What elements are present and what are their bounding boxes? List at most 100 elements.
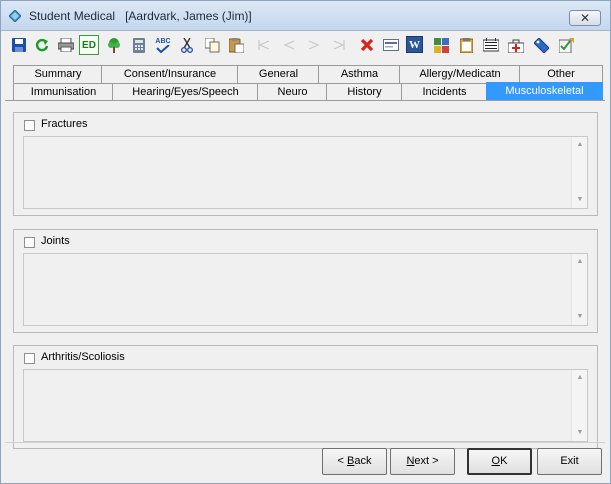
tab-label: Summary: [34, 68, 82, 80]
joints-section: Joints ▲ ▼: [13, 229, 598, 333]
ok-accelerator: O: [491, 455, 501, 467]
calculator-button[interactable]: [129, 35, 149, 55]
tab-label: Other: [547, 68, 575, 80]
scroll-up-icon[interactable]: ▲: [572, 138, 588, 152]
print-button[interactable]: [56, 35, 76, 55]
back-prefix: <: [337, 455, 347, 467]
exit-button[interactable]: Exit: [537, 448, 602, 475]
arthritis-scoliosis-scrollbar[interactable]: ▲ ▼: [571, 370, 587, 441]
copy-icon[interactable]: [204, 37, 220, 53]
fractures-textarea[interactable]: ▲ ▼: [23, 136, 588, 209]
puzzle-icon[interactable]: [433, 37, 449, 53]
card-icon[interactable]: [383, 39, 399, 51]
tab-asthma[interactable]: Asthma: [318, 65, 401, 83]
clipboard-button[interactable]: [456, 35, 476, 55]
save-icon[interactable]: [12, 38, 26, 52]
tree-icon[interactable]: [107, 37, 121, 53]
scroll-up-icon[interactable]: ▲: [572, 255, 588, 269]
ok-button[interactable]: OK: [467, 448, 532, 475]
joints-scrollbar[interactable]: ▲ ▼: [571, 254, 587, 325]
record-title: [Aardvark, James (Jim)]: [125, 9, 252, 23]
fractures-checkbox[interactable]: [24, 120, 35, 131]
next-record-icon[interactable]: [307, 39, 321, 51]
tab-label: Allergy/Medicatn: [419, 68, 501, 80]
refresh-icon[interactable]: [35, 38, 49, 52]
footer-divider: [5, 442, 605, 443]
refresh-button[interactable]: [32, 35, 52, 55]
joints-textarea[interactable]: ▲ ▼: [23, 253, 588, 326]
spellcheck-tick-icon: [156, 44, 170, 53]
student-medical-window: Student Medical [Aardvark, James (Jim)] …: [0, 0, 611, 484]
fractures-label[interactable]: Fractures: [41, 118, 87, 130]
last-record-icon[interactable]: [332, 39, 346, 51]
calculator-icon[interactable]: [133, 37, 145, 53]
print-icon[interactable]: [58, 38, 74, 52]
joints-checkbox[interactable]: [24, 237, 35, 248]
scroll-up-icon[interactable]: ▲: [572, 371, 588, 385]
close-icon[interactable]: ✕: [580, 11, 590, 25]
arthritis-scoliosis-textarea[interactable]: ▲ ▼: [23, 369, 588, 442]
medical-kit-button[interactable]: [506, 35, 526, 55]
scroll-down-icon[interactable]: ▼: [572, 310, 588, 324]
paste-icon[interactable]: [228, 37, 244, 53]
tab-summary[interactable]: Summary: [13, 65, 103, 83]
tag-button[interactable]: [531, 35, 551, 55]
word-icon[interactable]: W: [409, 39, 420, 51]
back-button[interactable]: < Back: [322, 448, 387, 475]
register-button[interactable]: [481, 35, 501, 55]
scroll-down-icon[interactable]: ▼: [572, 193, 588, 207]
delete-button[interactable]: [357, 35, 377, 55]
register-icon[interactable]: [483, 38, 499, 52]
next-record-button[interactable]: [304, 35, 324, 55]
spellcheck-button[interactable]: ABC: [153, 35, 173, 55]
tab-label: Immunisation: [30, 86, 97, 98]
ed-button[interactable]: ED: [79, 35, 99, 55]
last-record-button[interactable]: [329, 35, 349, 55]
ed-icon[interactable]: ED: [82, 40, 96, 51]
tab-general[interactable]: General: [237, 65, 320, 83]
tab-consent-insurance[interactable]: Consent/Insurance: [101, 65, 239, 83]
tab-hearing-eyes-speech[interactable]: Hearing/Eyes/Speech: [112, 83, 259, 101]
first-record-icon[interactable]: [257, 39, 271, 51]
joints-label[interactable]: Joints: [41, 235, 70, 247]
tab-history[interactable]: History: [326, 83, 403, 101]
card-button[interactable]: [381, 35, 401, 55]
cut-button[interactable]: [177, 35, 197, 55]
clipboard-icon[interactable]: [459, 37, 473, 53]
arthritis-scoliosis-checkbox[interactable]: [24, 353, 35, 364]
tab-label: Hearing/Eyes/Speech: [132, 86, 239, 98]
spellcheck-icon[interactable]: ABC: [155, 38, 170, 45]
tab-immunisation[interactable]: Immunisation: [13, 83, 114, 101]
tab-allergy-medication[interactable]: Allergy/Medicatn: [399, 65, 521, 83]
previous-record-icon[interactable]: [282, 39, 296, 51]
next-button[interactable]: Next >: [390, 448, 455, 475]
word-button[interactable]: W: [406, 36, 423, 53]
checklist-icon[interactable]: [558, 37, 574, 53]
close-button[interactable]: ✕: [569, 10, 601, 26]
exit-label: Exit: [560, 455, 579, 467]
arthritis-scoliosis-label[interactable]: Arthritis/Scoliosis: [41, 351, 125, 363]
toolbar: ED ABC W: [5, 35, 605, 57]
previous-record-button[interactable]: [279, 35, 299, 55]
tab-neuro[interactable]: Neuro: [257, 83, 328, 101]
tab-strip: Summary Consent/Insurance General Asthma…: [1, 61, 610, 101]
tab-musculoskeletal[interactable]: Musculoskeletal: [486, 82, 603, 101]
tag-icon[interactable]: [533, 37, 549, 53]
title-bar: Student Medical [Aardvark, James (Jim)] …: [1, 1, 610, 31]
tab-incidents[interactable]: Incidents: [401, 83, 488, 101]
tab-other[interactable]: Other: [519, 65, 603, 83]
window-title: Student Medical [Aardvark, James (Jim)]: [29, 9, 252, 23]
puzzle-button[interactable]: [431, 35, 451, 55]
fractures-scrollbar[interactable]: ▲ ▼: [571, 137, 587, 208]
tree-button[interactable]: [104, 35, 124, 55]
paste-button[interactable]: [226, 35, 246, 55]
copy-button[interactable]: [202, 35, 222, 55]
medical-kit-icon[interactable]: [508, 38, 524, 53]
first-record-button[interactable]: [254, 35, 274, 55]
checklist-button[interactable]: [556, 35, 576, 55]
cut-icon[interactable]: [181, 37, 193, 53]
scroll-down-icon[interactable]: ▼: [572, 426, 588, 440]
save-button[interactable]: [9, 35, 29, 55]
back-label-rest: ack: [354, 455, 372, 467]
delete-icon[interactable]: [360, 38, 374, 52]
